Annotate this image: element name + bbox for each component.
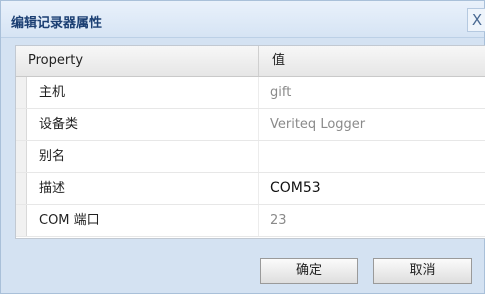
property-value: 23 bbox=[270, 213, 287, 228]
description-value-field[interactable]: COM53 bbox=[270, 173, 321, 204]
row-handle bbox=[16, 205, 27, 236]
dialog-title: 编辑记录器属性 bbox=[11, 16, 103, 31]
property-value: gift bbox=[270, 85, 292, 100]
ok-button[interactable]: 确定 bbox=[260, 258, 358, 284]
property-name: 主机 bbox=[39, 85, 66, 100]
property-row-device-class[interactable]: 设备类 Veriteq Logger bbox=[16, 109, 485, 141]
row-divider bbox=[258, 141, 259, 172]
close-icon[interactable]: X bbox=[467, 8, 485, 32]
edit-logger-properties-dialog: 编辑记录器属性 X Property 值 主机 gift 设备类 Veriteq… bbox=[0, 0, 485, 294]
property-name: COM 端口 bbox=[39, 213, 100, 228]
column-header-property[interactable]: Property bbox=[28, 46, 83, 76]
property-row-alias[interactable]: 别名 bbox=[16, 141, 485, 173]
column-header-value[interactable]: 值 bbox=[272, 46, 285, 76]
property-value: Veriteq Logger bbox=[270, 117, 366, 132]
property-name: 设备类 bbox=[39, 117, 79, 132]
row-handle bbox=[16, 77, 27, 108]
property-row-description[interactable]: 描述 COM53 bbox=[16, 173, 485, 205]
property-grid: Property 值 主机 gift 设备类 Veriteq Logger 别名… bbox=[15, 45, 485, 239]
row-handle bbox=[16, 173, 27, 204]
row-divider bbox=[258, 173, 259, 204]
property-row-host[interactable]: 主机 gift bbox=[16, 77, 485, 109]
property-name: 别名 bbox=[39, 149, 66, 164]
row-handle bbox=[16, 109, 27, 140]
dialog-titlebar[interactable]: 编辑记录器属性 X bbox=[1, 1, 485, 38]
column-divider bbox=[258, 46, 259, 76]
row-divider bbox=[258, 109, 259, 140]
property-grid-header: Property 值 bbox=[16, 46, 485, 77]
row-handle bbox=[16, 141, 27, 172]
property-row-com-port[interactable]: COM 端口 23 bbox=[16, 205, 485, 237]
row-divider bbox=[258, 77, 259, 108]
cancel-button[interactable]: 取消 bbox=[373, 258, 472, 284]
row-divider bbox=[258, 205, 259, 236]
property-name: 描述 bbox=[39, 181, 66, 196]
